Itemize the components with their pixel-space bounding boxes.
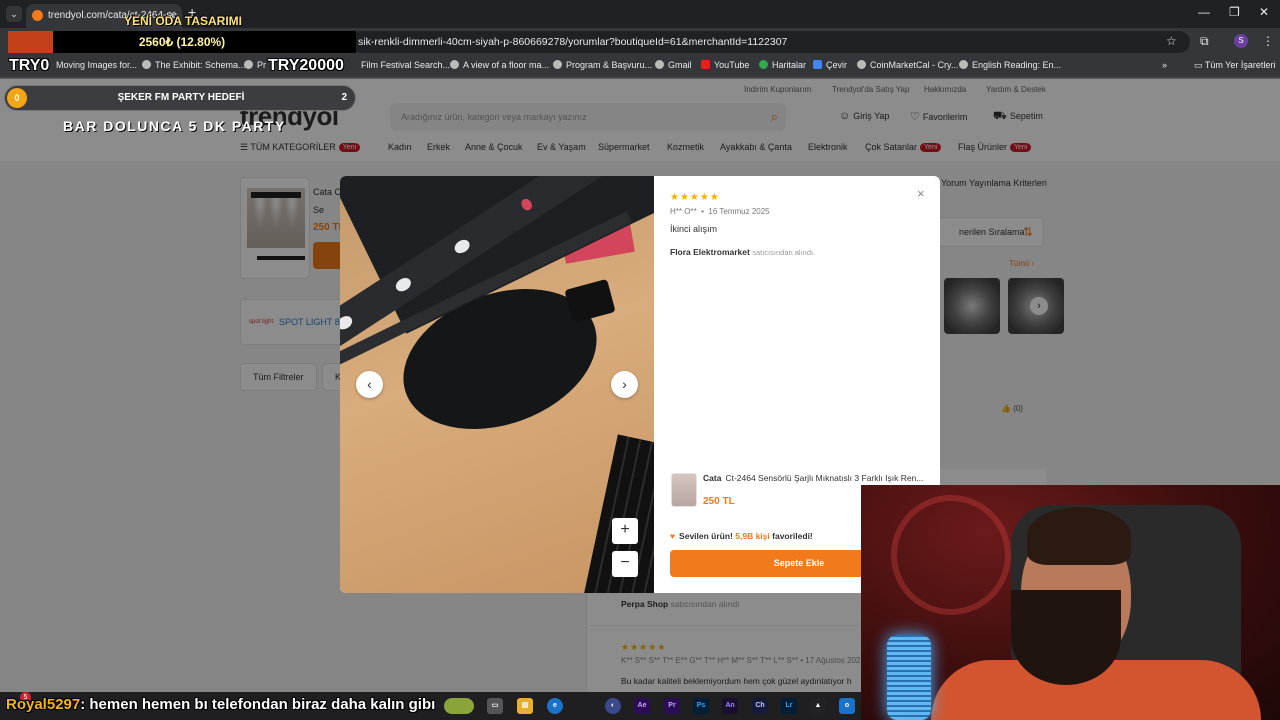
file-explorer-icon[interactable]: ▤ xyxy=(517,698,533,714)
bookmark-item[interactable]: English Reading: En... xyxy=(959,60,1061,70)
extensions-icon[interactable]: ⧉ xyxy=(1200,34,1209,49)
review-photo[interactable]: ‹ › + − xyxy=(340,176,654,593)
bookmark-item[interactable]: Çevir xyxy=(813,60,847,70)
bookmark-item[interactable]: Moving Images for... xyxy=(56,60,137,70)
heart-icon: ♥ xyxy=(670,531,676,541)
globe-icon xyxy=(450,60,459,69)
trendyol-favicon-icon xyxy=(32,10,43,21)
close-icon[interactable]: × xyxy=(917,186,925,201)
product-name[interactable]: Cata Ct-2464 Sensörlü Şarjlı Mıknatıslı 3… xyxy=(703,473,933,483)
widget-icon[interactable] xyxy=(444,698,474,714)
tab-list-button[interactable]: ⌄ xyxy=(6,6,22,22)
overlay-title: YENİ ODA TASARIMI xyxy=(124,14,243,28)
donation-goal-amount: 2560₺ (12.80%) xyxy=(138,35,226,49)
premiere-icon[interactable]: Pr xyxy=(664,698,680,714)
bookmark-item[interactable]: CoinMarketCal - Cry... xyxy=(857,60,958,70)
bookmark-item[interactable]: Film Festival Search... xyxy=(361,60,450,70)
task-view-icon[interactable]: ▭ xyxy=(487,698,503,714)
translate-icon xyxy=(813,60,822,69)
window-close-icon[interactable]: ✕ xyxy=(1259,5,1269,19)
after-effects-icon[interactable]: Ae xyxy=(634,698,650,714)
bookmark-item[interactable]: The Exhibit: Schema... xyxy=(142,60,246,70)
next-image-icon[interactable]: › xyxy=(611,371,638,398)
party-goal-current: 0 xyxy=(7,88,27,108)
profile-avatar[interactable]: S xyxy=(1234,34,1248,48)
globe-icon xyxy=(959,60,968,69)
goal-start-label: TRY0 xyxy=(9,57,50,74)
outlook-icon[interactable]: o xyxy=(839,698,855,714)
globe-icon xyxy=(553,60,562,69)
minimize-icon[interactable]: — xyxy=(1198,5,1210,19)
character-animator-icon[interactable]: Ch xyxy=(752,698,768,714)
review-stars: ★★★★★ xyxy=(670,192,720,203)
app-icon[interactable]: ◐ xyxy=(605,698,621,714)
globe-icon xyxy=(142,60,151,69)
globe-icon xyxy=(244,60,253,69)
product-thumbnail[interactable] xyxy=(671,473,697,507)
review-meta: H** O** • 16 Temmuz 2025 xyxy=(670,207,770,216)
party-goal-label: ŞEKER FM PARTY HEDEFİ xyxy=(117,92,245,103)
app-icon[interactable]: ▲ xyxy=(810,698,826,714)
donation-goal-bar: 2560₺ (12.80%) xyxy=(8,31,356,53)
bookmark-item[interactable]: Gmail xyxy=(655,60,692,70)
globe-icon xyxy=(857,60,866,69)
zoom-in-icon[interactable]: + xyxy=(612,518,638,544)
review-image-modal: ‹ › + − × ★★★★★ H** O** • 16 Temmuz 2025… xyxy=(340,176,940,593)
maps-icon xyxy=(759,60,768,69)
review-seller: Flora Elektromarket satıcısından alındı. xyxy=(670,247,816,257)
bookmarks-overflow-icon[interactable]: » xyxy=(1162,60,1167,70)
goal-end-label: TRY20000 xyxy=(268,57,344,74)
photoshop-icon[interactable]: Ps xyxy=(693,698,709,714)
zoom-out-icon[interactable]: − xyxy=(612,551,638,577)
lightroom-icon[interactable]: Lr xyxy=(781,698,797,714)
maximize-icon[interactable]: ❐ xyxy=(1229,5,1240,19)
bookmark-item[interactable]: YouTube xyxy=(701,60,749,70)
bookmark-star-icon[interactable]: ☆ xyxy=(1166,34,1177,48)
all-bookmarks[interactable]: ▭ Tüm Yer İşaretleri xyxy=(1194,60,1275,71)
product-price: 250 TL xyxy=(703,496,735,507)
bookmark-item[interactable]: Program & Başvuru... xyxy=(553,60,652,70)
youtube-icon xyxy=(701,60,710,69)
bookmark-item[interactable]: Pr xyxy=(244,60,266,70)
party-subtitle: BAR DOLUNCA 5 DK PARTY xyxy=(63,118,286,134)
webcam-feed xyxy=(861,485,1280,720)
favorite-info: ♥ Sevilen ürün! 5,9B kişi favoriledi! xyxy=(670,531,813,541)
previous-image-icon[interactable]: ‹ xyxy=(356,371,383,398)
bookmarks-bar: Moving Images for... The Exhibit: Schema… xyxy=(0,56,1280,78)
chat-message: Royal5297: hemen hemen bı telefondan bir… xyxy=(6,696,436,713)
party-goal-max: 2 xyxy=(341,92,347,103)
bookmark-item[interactable]: A view of a floor ma... xyxy=(450,60,549,70)
globe-icon xyxy=(655,60,664,69)
review-comment: İkinci alışım xyxy=(670,224,718,234)
bookmark-item[interactable]: Haritalar xyxy=(759,60,806,70)
browser-menu-icon[interactable]: ⋮ xyxy=(1262,34,1274,48)
animate-icon[interactable]: An xyxy=(722,698,738,714)
party-goal-bar: ŞEKER FM PARTY HEDEFİ 0 2 xyxy=(4,85,356,111)
edge-icon[interactable]: e xyxy=(547,698,563,714)
address-bar[interactable]: sik-renkli-dimmerli-40cm-siyah-p-8606692… xyxy=(350,31,1190,53)
